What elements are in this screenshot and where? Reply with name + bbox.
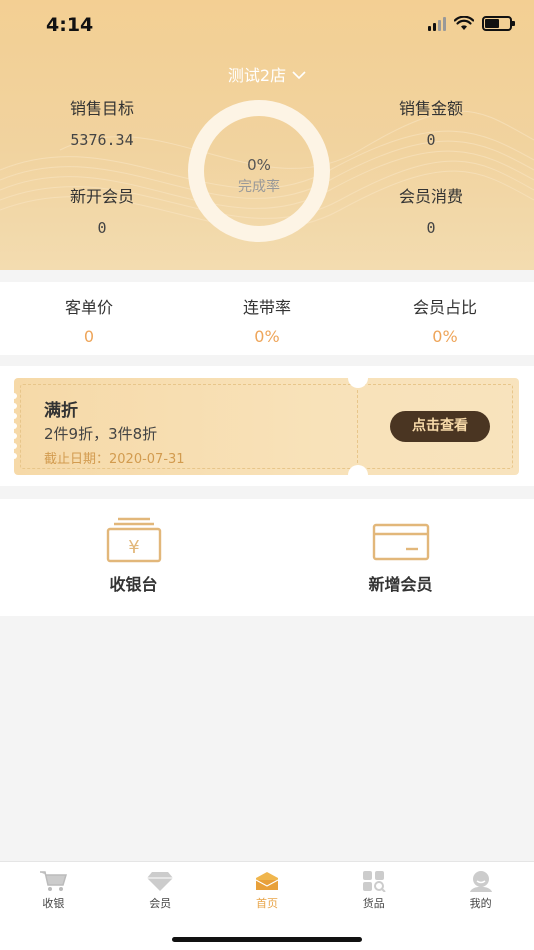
diamond-icon bbox=[147, 872, 174, 891]
metric-value: 0% bbox=[254, 327, 280, 346]
promotion-coupon[interactable]: 满折 2件9折，3件8折 截止日期：2020-07-31 点击查看 bbox=[11, 368, 519, 485]
coupon-title: 满折 bbox=[44, 401, 78, 421]
status-time: 4:14 bbox=[46, 14, 94, 36]
cash-register-icon: ¥ bbox=[106, 517, 161, 563]
member-spend-value: 0 bbox=[426, 219, 436, 237]
metric-attach-rate: 连带率 0% bbox=[178, 282, 356, 355]
member-card-icon bbox=[372, 523, 429, 561]
goods-icon bbox=[362, 871, 386, 892]
tab-label: 会员 bbox=[149, 897, 172, 910]
metric-label: 会员占比 bbox=[412, 298, 477, 317]
quick-actions: ¥ 收银台 新增会员 bbox=[0, 499, 534, 616]
metrics-row: 客单价 0 连带率 0% 会员占比 0% bbox=[0, 282, 534, 355]
new-members-label: 新开会员 bbox=[69, 187, 134, 206]
coupon-description: 2件9折，3件8折 bbox=[44, 425, 158, 443]
tab-label: 货品 bbox=[362, 897, 385, 910]
dashboard-header: 4:14 测试2店 销售目标 5376.34 新开会员 0 销售金额 0 会员消… bbox=[0, 0, 534, 270]
sales-amount-label: 销售金额 bbox=[398, 99, 463, 118]
tab-label: 我的 bbox=[469, 897, 492, 910]
sales-target-value: 5376.34 bbox=[70, 131, 134, 149]
tab-home[interactable]: 首页 bbox=[214, 862, 321, 914]
tab-profile[interactable]: 我的 bbox=[427, 862, 534, 914]
completion-label: 完成率 bbox=[238, 179, 280, 195]
new-members-stat: 新开会员 0 bbox=[52, 183, 152, 237]
tab-cashier[interactable]: 收银 bbox=[0, 862, 107, 914]
store-name: 测试2店 bbox=[227, 66, 287, 85]
profile-icon bbox=[469, 871, 492, 892]
completion-value: 0% bbox=[247, 156, 271, 174]
wifi-icon bbox=[454, 16, 474, 30]
add-member-label: 新增会员 bbox=[368, 575, 433, 594]
bottom-tab-bar: 收银 会员 首页 货品 我的 bbox=[0, 861, 534, 950]
metric-avg-order: 客单价 0 bbox=[0, 282, 178, 355]
sales-amount-stat: 销售金额 0 bbox=[381, 95, 481, 149]
coupon-deadline: 截止日期：2020-07-31 bbox=[44, 452, 185, 467]
battery-icon bbox=[482, 16, 515, 31]
coupon-teeth bbox=[11, 393, 17, 459]
tab-label: 收银 bbox=[42, 897, 65, 910]
home-icon bbox=[255, 872, 279, 890]
new-members-value: 0 bbox=[97, 219, 107, 237]
metric-label: 客单价 bbox=[64, 298, 113, 317]
status-bar: 4:14 bbox=[0, 0, 534, 52]
cash-register-button[interactable]: ¥ 收银台 bbox=[0, 499, 267, 616]
metric-value: 0% bbox=[432, 327, 458, 346]
home-indicator bbox=[172, 937, 362, 942]
promotion-section: 满折 2件9折，3件8折 截止日期：2020-07-31 点击查看 bbox=[0, 366, 534, 486]
sales-target-stat: 销售目标 5376.34 bbox=[52, 95, 152, 149]
store-selector[interactable]: 测试2店 bbox=[0, 62, 534, 86]
cellular-signal-icon bbox=[428, 16, 446, 31]
svg-text:¥: ¥ bbox=[128, 537, 139, 558]
add-member-button[interactable]: 新增会员 bbox=[267, 499, 534, 616]
sales-amount-value: 0 bbox=[426, 131, 436, 149]
sales-target-label: 销售目标 bbox=[69, 99, 134, 118]
cash-register-label: 收银台 bbox=[109, 575, 158, 594]
view-coupon-button[interactable]: 点击查看 bbox=[390, 411, 490, 442]
member-spend-stat: 会员消费 0 bbox=[381, 183, 481, 237]
chevron-down-icon bbox=[292, 71, 306, 79]
completion-ring: 0% 完成率 bbox=[188, 100, 330, 242]
tab-goods[interactable]: 货品 bbox=[320, 862, 427, 914]
metric-value: 0 bbox=[83, 327, 95, 346]
tab-members[interactable]: 会员 bbox=[107, 862, 214, 914]
cart-icon bbox=[40, 871, 68, 891]
member-spend-label: 会员消费 bbox=[398, 187, 463, 206]
metric-member-share: 会员占比 0% bbox=[356, 282, 534, 355]
metric-label: 连带率 bbox=[242, 298, 291, 317]
tab-label: 首页 bbox=[255, 897, 278, 910]
